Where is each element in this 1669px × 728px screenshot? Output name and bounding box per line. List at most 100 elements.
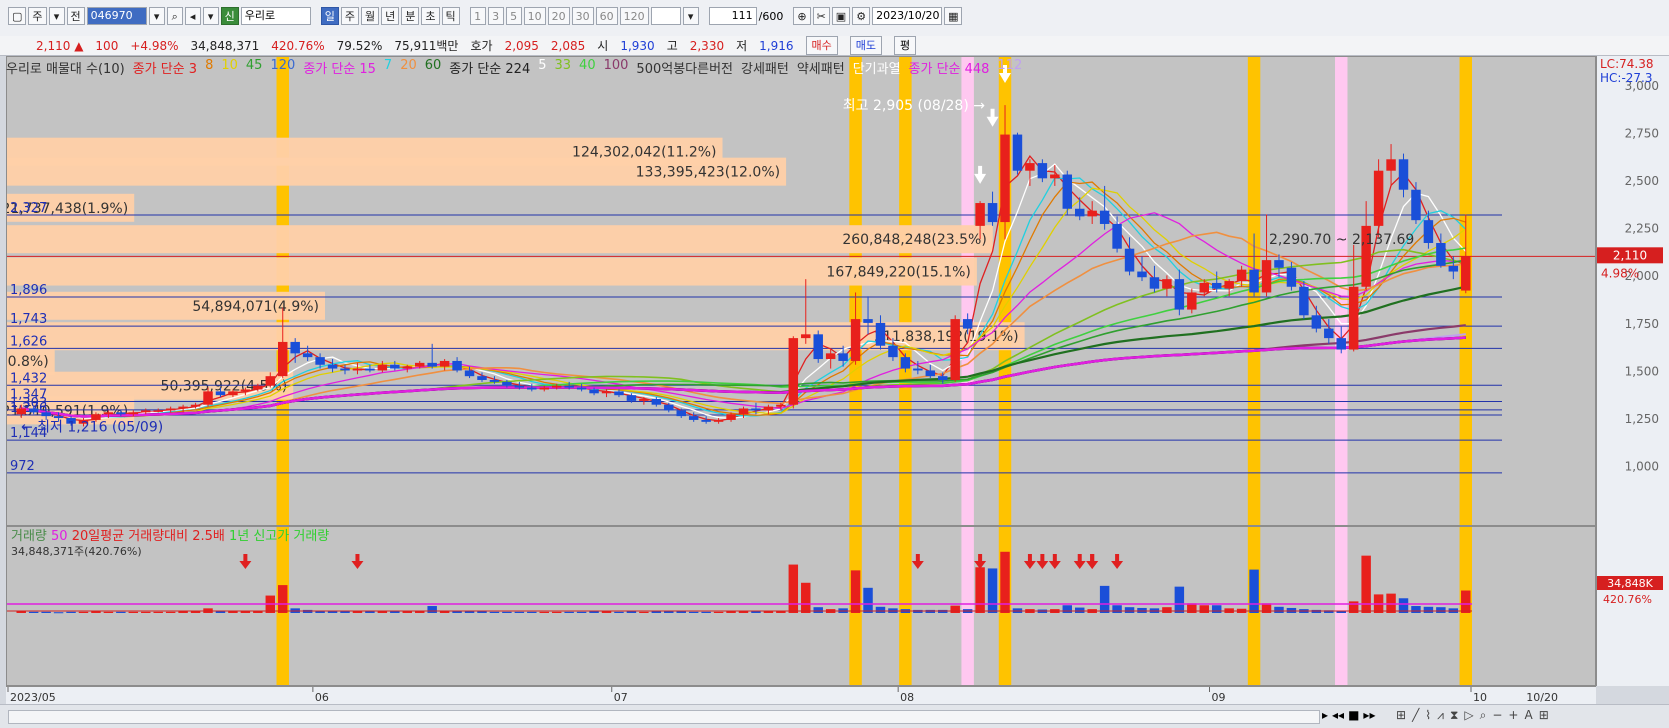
event-highlight bbox=[899, 527, 912, 685]
candle-body bbox=[352, 368, 363, 371]
chevron-down-icon[interactable]: ▾ bbox=[202, 7, 219, 25]
legend-item[interactable]: 120 bbox=[270, 58, 295, 76]
text-icon[interactable]: A bbox=[1524, 708, 1532, 723]
draw-tool-icon[interactable]: ╱ bbox=[1412, 708, 1419, 723]
draw-tool-icon[interactable]: ⊞ bbox=[1396, 708, 1406, 723]
candle-body bbox=[838, 353, 848, 361]
legend-item[interactable]: 500억봉다른버전 bbox=[636, 58, 733, 77]
date-tick-label: 09 bbox=[1211, 691, 1225, 704]
legend-item[interactable]: 20 bbox=[400, 58, 417, 76]
buy-button[interactable]: 매수 bbox=[805, 36, 838, 55]
speaker-icon[interactable]: ◂ bbox=[184, 7, 201, 25]
stock-name-input[interactable]: 우리로 bbox=[240, 7, 311, 25]
legend-item[interactable]: 33 bbox=[555, 58, 572, 76]
date-input[interactable]: 2023/10/20 bbox=[872, 7, 943, 25]
legend-item[interactable]: 100 bbox=[604, 58, 629, 76]
candle-body bbox=[1037, 163, 1048, 179]
legend-item[interactable]: 5 bbox=[538, 58, 546, 76]
stock-code-input[interactable]: 046970 bbox=[86, 7, 147, 25]
volume-current-axis-label: 34,848K bbox=[1607, 577, 1653, 590]
search-icon[interactable]: ⌕ bbox=[166, 7, 183, 25]
tab-tick[interactable]: 틱 bbox=[441, 7, 460, 25]
forward-icon[interactable]: ▸▸ bbox=[1363, 708, 1375, 722]
candle-body bbox=[850, 319, 861, 361]
legend-item[interactable]: 10 bbox=[221, 58, 238, 76]
legend-item[interactable]: 우리로 매물대 수(10) bbox=[6, 58, 125, 77]
legend-item[interactable]: 종가 단순 15 bbox=[303, 58, 376, 77]
volume-chart[interactable]: 거래량 50 20일평균 거래량대비 2.5배 1년 신고가 거래량 34,84… bbox=[6, 526, 1596, 686]
grid-icon[interactable]: ⊞ bbox=[1539, 708, 1549, 723]
cut-icon[interactable]: ✂ bbox=[812, 7, 830, 25]
search-icon[interactable]: ⌕ bbox=[1480, 708, 1487, 723]
legend-item[interactable]: 강세패턴 bbox=[741, 58, 789, 77]
legend-item[interactable]: 45 bbox=[246, 58, 263, 76]
interval-60[interactable]: 60 bbox=[595, 7, 618, 25]
rewind-icon[interactable]: ◂◂ bbox=[1332, 708, 1344, 722]
chevron-down-icon[interactable]: ▾ bbox=[48, 7, 65, 25]
draw-tool-icon[interactable]: ⧗ bbox=[1450, 708, 1458, 723]
date-tick-label: 2023/05 bbox=[10, 691, 56, 704]
interval-custom-input[interactable] bbox=[650, 7, 681, 25]
candle-body bbox=[1187, 292, 1197, 310]
tab-year[interactable]: 년 bbox=[381, 7, 400, 25]
legend-item[interactable]: 8 bbox=[205, 58, 213, 76]
price-chart-svg: 124,302,042(11.2%)133,395,423(12.0%)21,7… bbox=[7, 57, 1595, 525]
legend-item[interactable]: 약세패턴 bbox=[797, 58, 845, 77]
avg-button[interactable]: 평 bbox=[894, 36, 917, 55]
zoom-out-icon[interactable]: − bbox=[1492, 708, 1502, 723]
prev-button[interactable]: 전 bbox=[66, 7, 85, 25]
tab-month[interactable]: 월 bbox=[361, 7, 380, 25]
interval-5[interactable]: 5 bbox=[505, 7, 522, 25]
draw-tool-icon[interactable]: ⌇ bbox=[1425, 708, 1431, 723]
interval-120[interactable]: 120 bbox=[619, 7, 649, 25]
chevron-down-icon[interactable]: ▾ bbox=[682, 7, 699, 25]
candle-body bbox=[502, 381, 512, 386]
toolbar-row: ▢ 주 ▾ 전 046970 ▾ ⌕ ◂ ▾ 신 우리로 일 주 월 년 분 초… bbox=[0, 6, 963, 26]
candle-body bbox=[1249, 269, 1259, 293]
interval-1[interactable]: 1 bbox=[469, 7, 486, 25]
current-price-axis-label: 2,110 bbox=[1613, 248, 1647, 262]
interval-30[interactable]: 30 bbox=[571, 7, 594, 25]
scrollbar-track[interactable] bbox=[8, 710, 1320, 724]
window-icon[interactable]: ▢ bbox=[8, 7, 27, 25]
zoom-in-icon[interactable]: + bbox=[1508, 708, 1518, 723]
interval-3[interactable]: 3 bbox=[487, 7, 504, 25]
candle-body bbox=[1149, 277, 1160, 289]
volume-bar bbox=[116, 611, 126, 613]
tab-day[interactable]: 일 bbox=[320, 7, 339, 25]
date-axis[interactable]: 2023/05 06 07 08 09 10 10/20 bbox=[6, 686, 1596, 705]
legend-item[interactable]: 7 bbox=[384, 58, 392, 76]
tab-second[interactable]: 초 bbox=[421, 7, 440, 25]
volume-ma-50: 50 bbox=[51, 529, 68, 544]
candle-body bbox=[551, 385, 562, 388]
legend-item[interactable]: 112 bbox=[997, 58, 1022, 76]
legend-item[interactable]: 종가 단순 3 bbox=[133, 58, 197, 77]
price-axis[interactable]: 3,000 2,750 2,500 2,250 2,000 1,750 1,500 1,250… bbox=[1596, 56, 1669, 686]
save-icon[interactable]: ▣ bbox=[831, 7, 851, 25]
tab-minute[interactable]: 분 bbox=[401, 7, 420, 25]
calendar-icon[interactable]: ▦ bbox=[944, 7, 963, 25]
draw-tool-icon[interactable]: ▷ bbox=[1464, 708, 1473, 723]
play-icon[interactable]: ▸ bbox=[1322, 708, 1328, 722]
legend-item[interactable]: 40 bbox=[579, 58, 596, 76]
gear-icon[interactable]: ⚙ bbox=[852, 7, 871, 25]
price-chart[interactable]: 124,302,042(11.2%) 133,395,423(12.0%) 21,7… bbox=[6, 56, 1596, 526]
period-select[interactable]: 주 bbox=[28, 7, 47, 25]
draw-tool-icon[interactable]: ⩘ bbox=[1437, 708, 1444, 723]
stop-icon[interactable]: ■ bbox=[1348, 708, 1359, 722]
candle-body bbox=[1348, 286, 1359, 350]
bar-count-input[interactable]: 111 bbox=[708, 7, 757, 25]
legend-item[interactable]: 종가 단순 224 bbox=[449, 58, 530, 77]
candle-body bbox=[751, 408, 761, 411]
interval-20[interactable]: 20 bbox=[547, 7, 570, 25]
zoom-icon[interactable]: ⊕ bbox=[793, 7, 811, 25]
legend-item[interactable]: 종가 단순 448 bbox=[909, 58, 990, 77]
interval-10[interactable]: 10 bbox=[523, 7, 546, 25]
volume-bar bbox=[1461, 590, 1471, 613]
volume-alert-arrow-icon bbox=[1073, 554, 1086, 569]
legend-item[interactable]: 단기과열 bbox=[853, 58, 901, 77]
legend-item[interactable]: 60 bbox=[425, 58, 442, 76]
tab-week[interactable]: 주 bbox=[340, 7, 360, 25]
chevron-down-icon[interactable]: ▾ bbox=[148, 7, 165, 25]
sell-button[interactable]: 매도 bbox=[849, 36, 882, 55]
